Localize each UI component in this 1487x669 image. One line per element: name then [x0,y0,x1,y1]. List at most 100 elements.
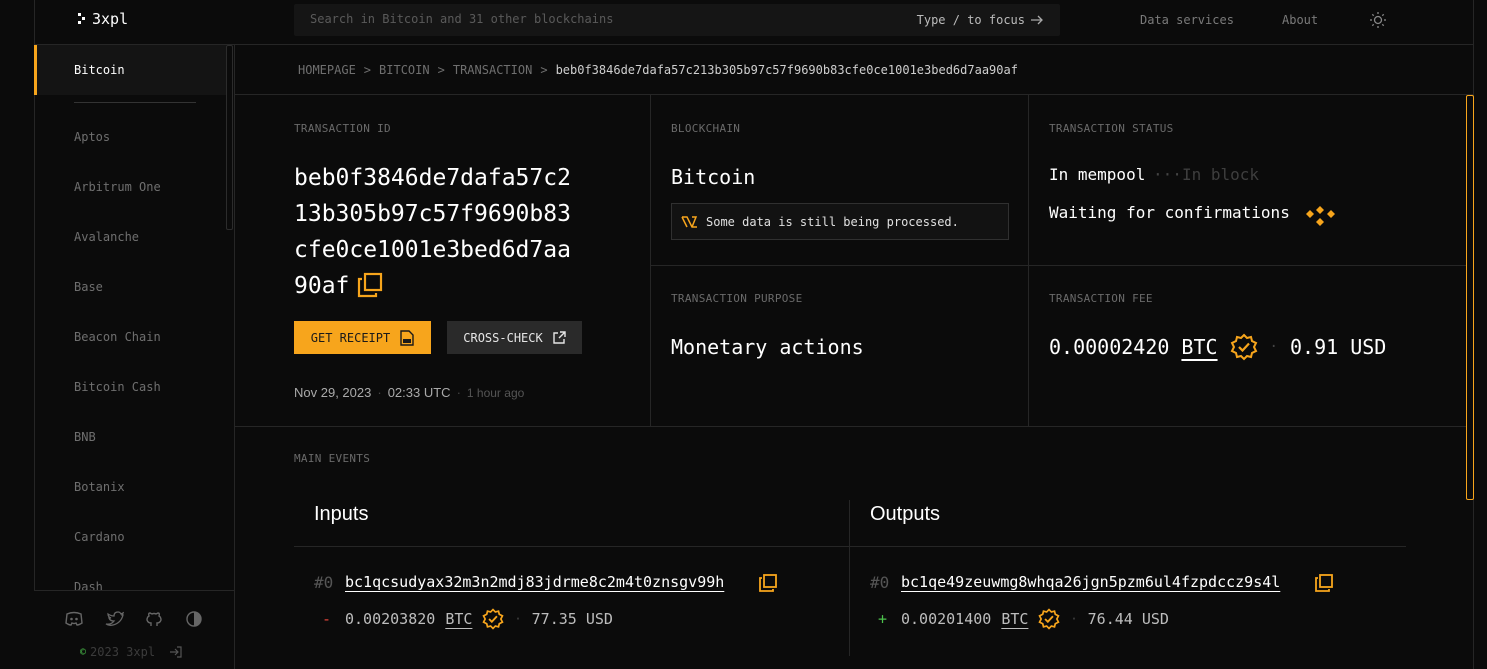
breadcrumb-current: beb0f3846de7dafa57c213b305b97c57f9690b83… [555,63,1018,77]
transaction-id-label: TRANSACTION ID [294,122,391,135]
breadcrumb: HOMEPAGE > BITCOIN > TRANSACTION > beb0f… [298,63,1018,77]
copy-icon[interactable] [1314,573,1334,593]
output-amount: + 0.00201400 BTC · 76.44 USD [878,608,1169,630]
events-column-divider [849,500,850,656]
events-header-divider [294,546,1406,547]
fee-usd: 0.91 USD [1289,335,1387,359]
search-box[interactable]: Type / to focus [294,4,1060,36]
inputs-title: Inputs [314,503,369,525]
output-index: #0 [870,573,890,592]
breadcrumb-separator: > [363,63,372,77]
amount-separator: · [514,612,522,626]
input-index: #0 [314,573,334,592]
breadcrumb-transaction[interactable]: TRANSACTION [453,63,532,77]
copyright: © 2023 3xpl [80,645,183,659]
cell-divider-mid [650,265,1466,266]
outputs-title: Outputs [870,503,941,525]
cells-bottom-divider [234,426,1466,427]
input-unit-link[interactable]: BTC [445,610,472,628]
frame-sidebar [234,44,235,669]
transaction-fee: 0.00002420 BTC · 0.91 USD [1049,333,1386,361]
status-waiting: Waiting for confirmations [1049,203,1290,222]
nav-about[interactable]: About [1282,13,1318,27]
sidebar-item-bitcoin[interactable]: Bitcoin [34,45,226,95]
transaction-time-value: 02:33 UTC [387,385,451,400]
search-hint-text: Type / to focus [916,13,1025,27]
fee-separator: · [1269,339,1278,355]
copyright-icon: © [80,646,87,658]
sidebar-scrollbar[interactable] [226,45,233,230]
transaction-time-ago: 1 hour ago [466,385,525,400]
output-address-link[interactable]: bc1qe49zeuwmg8whqa26jgn5pzm6ul4fzpdccz9s… [901,573,1280,591]
logo[interactable]: 3xpl [78,10,128,28]
transaction-date: Nov 29, 2023 · 02:33 UTC · 1 hour ago [294,385,524,400]
transaction-id-text: beb0f3846de7dafa57c213b305b97c57f9690b83… [294,165,571,299]
sun-icon[interactable] [1369,11,1387,29]
sidebar-item-label: Bitcoin [74,63,125,77]
verified-badge-icon [482,608,504,630]
transaction-purpose-label: TRANSACTION PURPOSE [671,292,803,305]
output-sign: + [878,610,888,628]
get-receipt-button[interactable]: GET RECEIPT [294,321,431,354]
logo-icon [78,13,85,24]
sidebar-item-botanix[interactable]: Botanix [74,480,125,494]
top-bar: 3xpl Type / to focus Data services About [0,0,1487,44]
input-usd: 77.35 USD [531,610,613,628]
fee-unit-link[interactable]: BTC [1181,335,1217,359]
breadcrumb-separator: > [437,63,445,77]
status-in-block: In block [1182,165,1260,184]
cross-check-button[interactable]: CROSS-CHECK [447,321,582,354]
sidebar-item-aptos[interactable]: Aptos [74,130,110,144]
verified-badge-icon [1038,608,1060,630]
search-hint: Type / to focus [917,13,1044,27]
get-receipt-label: GET RECEIPT [310,330,391,345]
half-circle-icon[interactable] [184,609,204,629]
sidebar-item-avalanche[interactable]: Avalanche [74,230,139,244]
date-separator: · [456,385,461,400]
cell-divider-2 [1028,95,1029,427]
processing-notice-text: Some data is still being processed. [706,214,959,229]
amount-separator: · [1070,612,1078,626]
sidebar-divider [74,102,196,103]
sidebar-item-arbitrum-one[interactable]: Arbitrum One [74,180,161,194]
top-divider [34,44,1474,45]
output-unit-link[interactable]: BTC [1001,610,1028,628]
fee-amount: 0.00002420 [1049,335,1170,359]
nav-data-services[interactable]: Data services [1140,13,1234,27]
sidebar-item-bitcoin-cash[interactable]: Bitcoin Cash [74,380,161,394]
sidebar-item-bnb[interactable]: BNB [74,430,96,444]
external-link-icon [553,331,566,344]
blockchain-label: BLOCKCHAIN [671,122,741,135]
copy-icon[interactable] [758,573,778,593]
transaction-date-value: Nov 29, 2023 [294,385,372,400]
breadcrumb-separator: > [540,63,548,77]
status-progress-dots: ··· [1153,165,1182,184]
breadcrumb-homepage[interactable]: HOMEPAGE [298,63,356,77]
input-sign: - [322,610,332,628]
twitter-icon[interactable] [104,609,124,629]
output-usd: 76.44 USD [1087,610,1169,628]
processing-notice: Some data is still being processed. [671,203,1009,240]
loading-diamonds-icon [1306,206,1335,226]
output-amount-value: 0.00201400 [901,610,992,628]
verified-badge-icon [1230,333,1257,361]
breadcrumb-bitcoin[interactable]: BITCOIN [379,63,430,77]
login-icon[interactable] [169,645,183,659]
transaction-status-label: TRANSACTION STATUS [1049,122,1174,135]
sidebar-item-beacon-chain[interactable]: Beacon Chain [74,330,161,344]
pdf-icon [400,329,414,346]
breadcrumb-divider [234,94,1474,95]
main-scrollbar[interactable] [1466,95,1474,500]
blockchain-name: Bitcoin [671,165,756,189]
copy-icon[interactable] [357,272,383,298]
discord-icon[interactable] [64,609,84,629]
sidebar-item-cardano[interactable]: Cardano [74,530,125,544]
search-input[interactable] [310,12,870,26]
sidebar-item-base[interactable]: Base [74,280,103,294]
input-address-link[interactable]: bc1qcsudyax32m3n2mdj83jdrme8c2m4t0znsgv9… [345,573,724,591]
main-events-label: MAIN EVENTS [294,452,371,465]
transaction-id: beb0f3846de7dafa57c213b305b97c57f9690b83… [294,160,584,304]
input-amount-value: 0.00203820 [345,610,436,628]
sidebar-footer: © 2023 3xpl [34,590,234,669]
github-icon[interactable] [144,609,164,629]
